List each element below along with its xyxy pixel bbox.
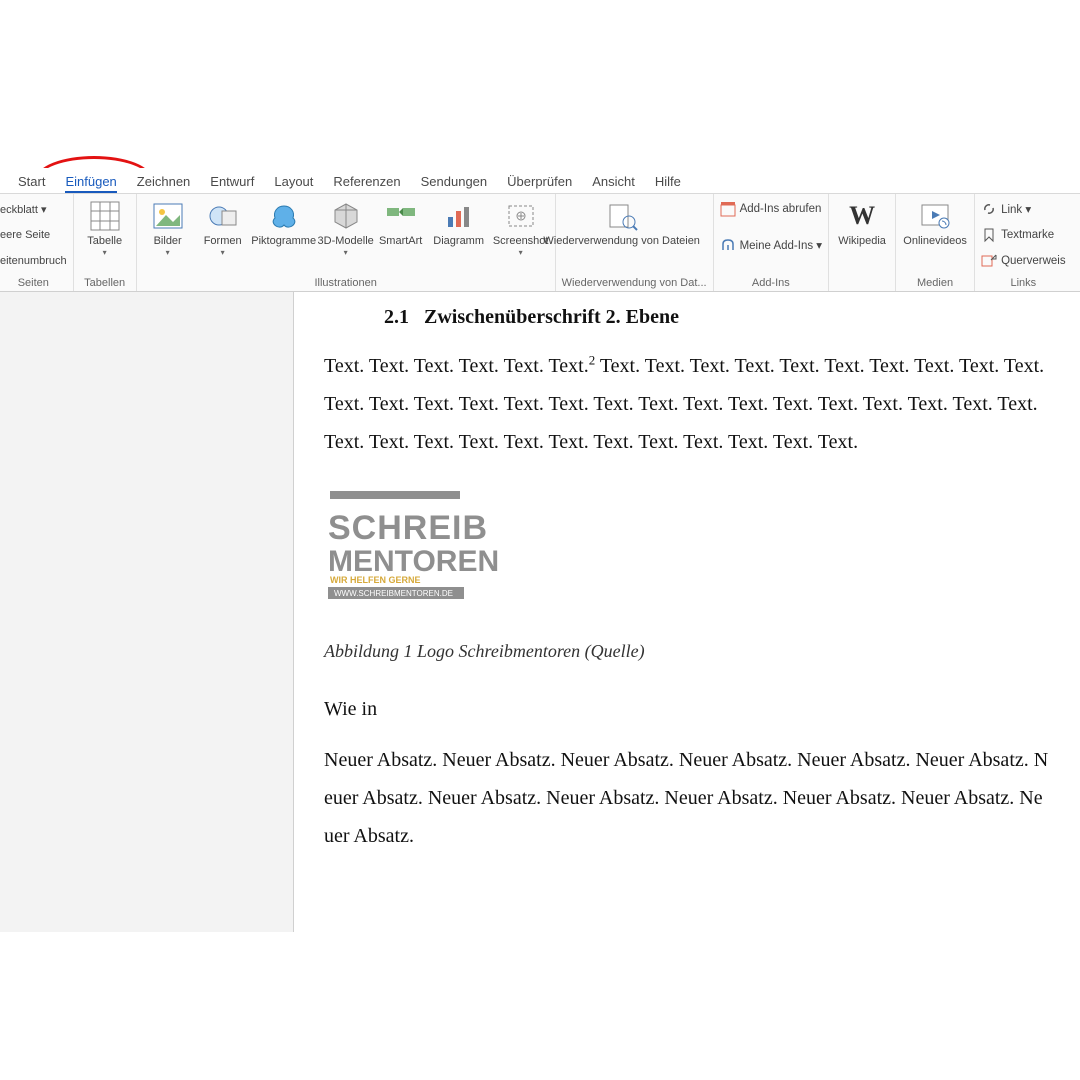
icons-icon [268, 200, 300, 232]
formen-button[interactable]: Formen ▾ [201, 196, 245, 257]
group-label-medien: Medien [902, 275, 968, 289]
video-icon [919, 200, 951, 232]
deckblatt-button[interactable]: eckblatt ▾ [0, 198, 67, 220]
svg-text:SCHREIB: SCHREIB [328, 509, 488, 547]
3d-modelle-button[interactable]: 3D-Modelle ▾ [323, 196, 369, 257]
seitenumbruch-button[interactable]: eitenumbruch [0, 250, 67, 272]
smartart-icon [385, 200, 417, 232]
table-icon [89, 200, 121, 232]
group-seiten: eckblatt ▾ eere Seite eitenumbruch Seite… [0, 194, 74, 291]
store-icon [720, 201, 736, 217]
querverweis-button[interactable]: Querverweis [981, 250, 1066, 272]
group-illustrationen: Bilder ▾ Formen ▾ Piktogramme [137, 194, 556, 291]
tab-ansicht[interactable]: Ansicht [592, 174, 635, 193]
group-label-illustrationen: Illustrationen [143, 275, 549, 289]
leere-seite-button[interactable]: eere Seite [0, 224, 67, 246]
link-button[interactable]: Link ▾ [981, 198, 1066, 220]
group-medien: Onlinevideos Medien [896, 194, 975, 291]
document-area: 2.1 Zwischenüberschrift 2. Ebene Text. T… [0, 292, 1080, 932]
group-links: Link ▾ Textmarke Querverweis [975, 194, 1072, 291]
chart-icon [443, 200, 475, 232]
figure-caption: Abbildung 1 Logo Schreibmentoren (Quelle… [324, 641, 1050, 662]
paragraph-neuer-absatz: Neuer Absatz. Neuer Absatz. Neuer Absatz… [324, 741, 1050, 855]
screenshot-button[interactable]: Screenshot ▾ [493, 196, 549, 257]
tab-ueberpruefen[interactable]: Überprüfen [507, 174, 572, 193]
navigation-pane [0, 292, 294, 932]
group-label-addins: Add-Ins [720, 275, 822, 289]
tab-referenzen[interactable]: Referenzen [333, 174, 400, 193]
svg-text:WWW.SCHREIBMENTOREN.DE: WWW.SCHREIBMENTOREN.DE [334, 589, 453, 598]
svg-text:MENTOREN: MENTOREN [328, 545, 499, 578]
group-label-links: Links [981, 275, 1066, 289]
meine-addins-button[interactable]: Meine Add-Ins ▾ [720, 234, 822, 256]
wiederverwendung-button[interactable]: Wiederverwendung von Dateien [562, 196, 682, 247]
bilder-button[interactable]: Bilder ▾ [143, 196, 193, 257]
tab-zeichnen[interactable]: Zeichnen [137, 174, 190, 193]
tabelle-button[interactable]: Tabelle ▾ [80, 196, 130, 257]
pictures-icon [152, 200, 184, 232]
smartart-button[interactable]: SmartArt [377, 196, 425, 247]
tab-einfuegen[interactable]: Einfügen [65, 174, 116, 193]
heading-2-1: 2.1 Zwischenüberschrift 2. Ebene [384, 306, 1050, 329]
tab-entwurf[interactable]: Entwurf [210, 174, 254, 193]
paragraph-1: Text. Text. Text. Text. Text. Text.2 Tex… [324, 347, 1050, 461]
group-wikipedia: W Wikipedia [829, 194, 896, 291]
svg-text:WIR HELFEN GERNE: WIR HELFEN GERNE [330, 575, 421, 585]
group-label-seiten: Seiten [0, 275, 67, 289]
wikipedia-icon: W [846, 200, 878, 232]
tab-hilfe[interactable]: Hilfe [655, 174, 681, 193]
ribbon-tabstrip: Start Einfügen Zeichnen Entwurf Layout R… [0, 168, 1080, 194]
diagramm-button[interactable]: Diagramm [433, 196, 485, 247]
wikipedia-button[interactable]: W Wikipedia [835, 196, 889, 247]
wiein-text: Wie in [324, 698, 1050, 721]
addins-abrufen-button[interactable]: Add-Ins abrufen [720, 198, 822, 220]
onlinevideos-button[interactable]: Onlinevideos [902, 196, 968, 247]
tab-sendungen[interactable]: Sendungen [421, 174, 488, 193]
logo-schreibmentoren: SCHREIB MENTOREN WIR HELFEN GERNE WWW.SC… [324, 491, 482, 601]
group-label-tabellen: Tabellen [80, 275, 130, 289]
bookmark-icon [981, 227, 997, 243]
reuse-files-icon [606, 200, 638, 232]
screenshot-icon [505, 200, 537, 232]
document-page[interactable]: 2.1 Zwischenüberschrift 2. Ebene Text. T… [294, 292, 1080, 932]
link-icon [981, 201, 997, 217]
group-addins: Add-Ins abrufen Meine Add-Ins ▾ Add-Ins [714, 194, 829, 291]
group-label-wikipedia [835, 275, 889, 289]
word-window: Start Einfügen Zeichnen Entwurf Layout R… [0, 168, 1080, 932]
group-tabellen: Tabelle ▾ Tabellen [74, 194, 137, 291]
group-label-wiederverwendung: Wiederverwendung von Dat... [562, 275, 707, 289]
ribbon: eckblatt ▾ eere Seite eitenumbruch Seite… [0, 194, 1080, 292]
textmarke-button[interactable]: Textmarke [981, 224, 1066, 246]
cube-icon [330, 200, 362, 232]
crossref-icon [981, 253, 997, 269]
tab-layout[interactable]: Layout [274, 174, 313, 193]
my-addins-icon [720, 237, 736, 253]
shapes-icon [207, 200, 239, 232]
group-wiederverwendung: Wiederverwendung von Dateien Wiederverwe… [556, 194, 714, 291]
piktogramme-button[interactable]: Piktogramme [253, 196, 315, 247]
tab-start[interactable]: Start [18, 174, 45, 193]
